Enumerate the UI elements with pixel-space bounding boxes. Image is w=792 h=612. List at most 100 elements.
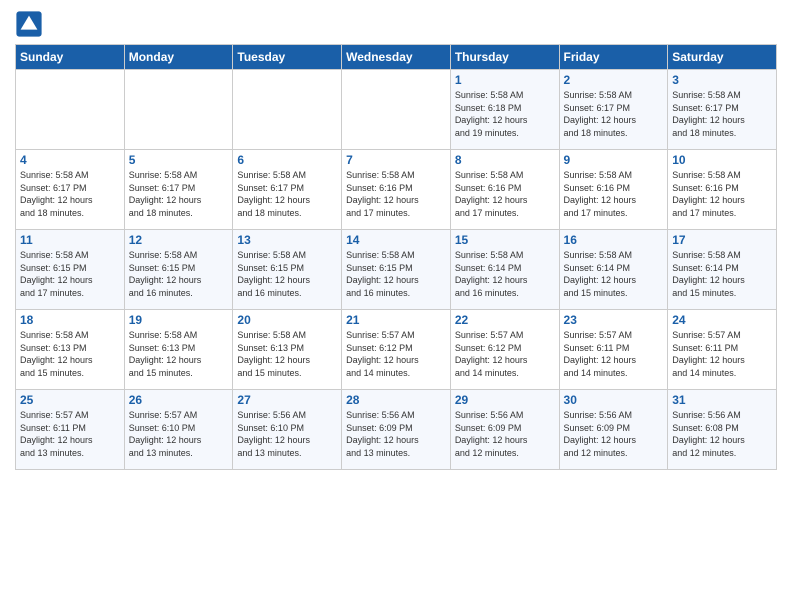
day-info: Sunrise: 5:57 AM Sunset: 6:11 PM Dayligh… — [672, 329, 772, 379]
col-tuesday: Tuesday — [233, 45, 342, 70]
day-info: Sunrise: 5:58 AM Sunset: 6:16 PM Dayligh… — [346, 169, 446, 219]
day-number: 24 — [672, 313, 772, 327]
day-info: Sunrise: 5:58 AM Sunset: 6:16 PM Dayligh… — [672, 169, 772, 219]
day-number: 29 — [455, 393, 555, 407]
day-cell: 15 Sunrise: 5:58 AM Sunset: 6:14 PM Dayli… — [450, 230, 559, 310]
day-number: 15 — [455, 233, 555, 247]
day-number: 25 — [20, 393, 120, 407]
day-cell — [342, 70, 451, 150]
day-info: Sunrise: 5:58 AM Sunset: 6:15 PM Dayligh… — [346, 249, 446, 299]
day-number: 5 — [129, 153, 229, 167]
day-cell — [233, 70, 342, 150]
day-info: Sunrise: 5:58 AM Sunset: 6:17 PM Dayligh… — [237, 169, 337, 219]
day-number: 18 — [20, 313, 120, 327]
day-info: Sunrise: 5:58 AM Sunset: 6:14 PM Dayligh… — [455, 249, 555, 299]
day-info: Sunrise: 5:57 AM Sunset: 6:11 PM Dayligh… — [564, 329, 664, 379]
day-cell: 10 Sunrise: 5:58 AM Sunset: 6:16 PM Dayli… — [668, 150, 777, 230]
day-info: Sunrise: 5:58 AM Sunset: 6:17 PM Dayligh… — [672, 89, 772, 139]
week-row-2: 4 Sunrise: 5:58 AM Sunset: 6:17 PM Daylig… — [16, 150, 777, 230]
day-number: 1 — [455, 73, 555, 87]
calendar-table: Sunday Monday Tuesday Wednesday Thursday… — [15, 44, 777, 470]
day-info: Sunrise: 5:56 AM Sunset: 6:09 PM Dayligh… — [564, 409, 664, 459]
day-info: Sunrise: 5:58 AM Sunset: 6:13 PM Dayligh… — [129, 329, 229, 379]
day-info: Sunrise: 5:56 AM Sunset: 6:09 PM Dayligh… — [346, 409, 446, 459]
day-info: Sunrise: 5:58 AM Sunset: 6:13 PM Dayligh… — [237, 329, 337, 379]
week-row-4: 18 Sunrise: 5:58 AM Sunset: 6:13 PM Dayli… — [16, 310, 777, 390]
page: Sunday Monday Tuesday Wednesday Thursday… — [0, 0, 792, 480]
day-info: Sunrise: 5:57 AM Sunset: 6:10 PM Dayligh… — [129, 409, 229, 459]
day-number: 8 — [455, 153, 555, 167]
day-number: 4 — [20, 153, 120, 167]
day-cell: 3Sunrise: 5:58 AM Sunset: 6:17 PM Daylig… — [668, 70, 777, 150]
day-number: 6 — [237, 153, 337, 167]
day-cell: 21 Sunrise: 5:57 AM Sunset: 6:12 PM Dayli… — [342, 310, 451, 390]
day-info: Sunrise: 5:58 AM Sunset: 6:15 PM Dayligh… — [129, 249, 229, 299]
day-number: 17 — [672, 233, 772, 247]
col-sunday: Sunday — [16, 45, 125, 70]
day-info: Sunrise: 5:57 AM Sunset: 6:12 PM Dayligh… — [346, 329, 446, 379]
day-cell: 23 Sunrise: 5:57 AM Sunset: 6:11 PM Dayli… — [559, 310, 668, 390]
day-info: Sunrise: 5:58 AM Sunset: 6:17 PM Dayligh… — [20, 169, 120, 219]
day-info: Sunrise: 5:58 AM Sunset: 6:14 PM Dayligh… — [564, 249, 664, 299]
day-info: Sunrise: 5:56 AM Sunset: 6:08 PM Dayligh… — [672, 409, 772, 459]
day-number: 21 — [346, 313, 446, 327]
day-info: Sunrise: 5:58 AM Sunset: 6:17 PM Dayligh… — [129, 169, 229, 219]
day-cell: 14 Sunrise: 5:58 AM Sunset: 6:15 PM Dayli… — [342, 230, 451, 310]
col-monday: Monday — [124, 45, 233, 70]
day-number: 26 — [129, 393, 229, 407]
day-info: Sunrise: 5:57 AM Sunset: 6:12 PM Dayligh… — [455, 329, 555, 379]
day-number: 2 — [564, 73, 664, 87]
day-cell: 11 Sunrise: 5:58 AM Sunset: 6:15 PM Dayli… — [16, 230, 125, 310]
logo — [15, 10, 45, 38]
day-number: 19 — [129, 313, 229, 327]
day-info: Sunrise: 5:58 AM Sunset: 6:17 PM Dayligh… — [564, 89, 664, 139]
col-saturday: Saturday — [668, 45, 777, 70]
col-wednesday: Wednesday — [342, 45, 451, 70]
day-cell: 26 Sunrise: 5:57 AM Sunset: 6:10 PM Dayli… — [124, 390, 233, 470]
day-cell: 22 Sunrise: 5:57 AM Sunset: 6:12 PM Dayli… — [450, 310, 559, 390]
day-number: 9 — [564, 153, 664, 167]
header-row: Sunday Monday Tuesday Wednesday Thursday… — [16, 45, 777, 70]
day-cell: 16Sunrise: 5:58 AM Sunset: 6:14 PM Dayli… — [559, 230, 668, 310]
week-row-3: 11 Sunrise: 5:58 AM Sunset: 6:15 PM Dayli… — [16, 230, 777, 310]
day-cell: 13 Sunrise: 5:58 AM Sunset: 6:15 PM Dayli… — [233, 230, 342, 310]
day-number: 30 — [564, 393, 664, 407]
day-cell — [124, 70, 233, 150]
day-cell: 29 Sunrise: 5:56 AM Sunset: 6:09 PM Dayli… — [450, 390, 559, 470]
day-cell: 4 Sunrise: 5:58 AM Sunset: 6:17 PM Daylig… — [16, 150, 125, 230]
day-number: 10 — [672, 153, 772, 167]
day-number: 31 — [672, 393, 772, 407]
day-number: 7 — [346, 153, 446, 167]
day-info: Sunrise: 5:58 AM Sunset: 6:15 PM Dayligh… — [237, 249, 337, 299]
day-info: Sunrise: 5:58 AM Sunset: 6:14 PM Dayligh… — [672, 249, 772, 299]
day-cell: 18Sunrise: 5:58 AM Sunset: 6:13 PM Dayli… — [16, 310, 125, 390]
day-number: 14 — [346, 233, 446, 247]
week-row-5: 25 Sunrise: 5:57 AM Sunset: 6:11 PM Dayli… — [16, 390, 777, 470]
day-number: 27 — [237, 393, 337, 407]
day-cell: 12Sunrise: 5:58 AM Sunset: 6:15 PM Dayli… — [124, 230, 233, 310]
day-cell: 30 Sunrise: 5:56 AM Sunset: 6:09 PM Dayli… — [559, 390, 668, 470]
day-info: Sunrise: 5:58 AM Sunset: 6:16 PM Dayligh… — [564, 169, 664, 219]
day-info: Sunrise: 5:58 AM Sunset: 6:16 PM Dayligh… — [455, 169, 555, 219]
day-number: 23 — [564, 313, 664, 327]
day-number: 13 — [237, 233, 337, 247]
day-number: 28 — [346, 393, 446, 407]
day-cell: 31 Sunrise: 5:56 AM Sunset: 6:08 PM Dayli… — [668, 390, 777, 470]
day-cell: 17 Sunrise: 5:58 AM Sunset: 6:14 PM Dayli… — [668, 230, 777, 310]
day-number: 22 — [455, 313, 555, 327]
calendar-body: 1 Sunrise: 5:58 AM Sunset: 6:18 PM Daylig… — [16, 70, 777, 470]
day-cell: 27Sunrise: 5:56 AM Sunset: 6:10 PM Dayli… — [233, 390, 342, 470]
day-info: Sunrise: 5:56 AM Sunset: 6:09 PM Dayligh… — [455, 409, 555, 459]
day-cell: 7 Sunrise: 5:58 AM Sunset: 6:16 PM Daylig… — [342, 150, 451, 230]
day-info: Sunrise: 5:57 AM Sunset: 6:11 PM Dayligh… — [20, 409, 120, 459]
day-cell: 28 Sunrise: 5:56 AM Sunset: 6:09 PM Dayli… — [342, 390, 451, 470]
day-number: 11 — [20, 233, 120, 247]
day-cell: 5 Sunrise: 5:58 AM Sunset: 6:17 PM Daylig… — [124, 150, 233, 230]
day-cell: 9 Sunrise: 5:58 AM Sunset: 6:16 PM Daylig… — [559, 150, 668, 230]
logo-icon — [15, 10, 43, 38]
day-number: 20 — [237, 313, 337, 327]
calendar-header: Sunday Monday Tuesday Wednesday Thursday… — [16, 45, 777, 70]
day-info: Sunrise: 5:58 AM Sunset: 6:18 PM Dayligh… — [455, 89, 555, 139]
day-cell: 8 Sunrise: 5:58 AM Sunset: 6:16 PM Daylig… — [450, 150, 559, 230]
day-info: Sunrise: 5:58 AM Sunset: 6:15 PM Dayligh… — [20, 249, 120, 299]
